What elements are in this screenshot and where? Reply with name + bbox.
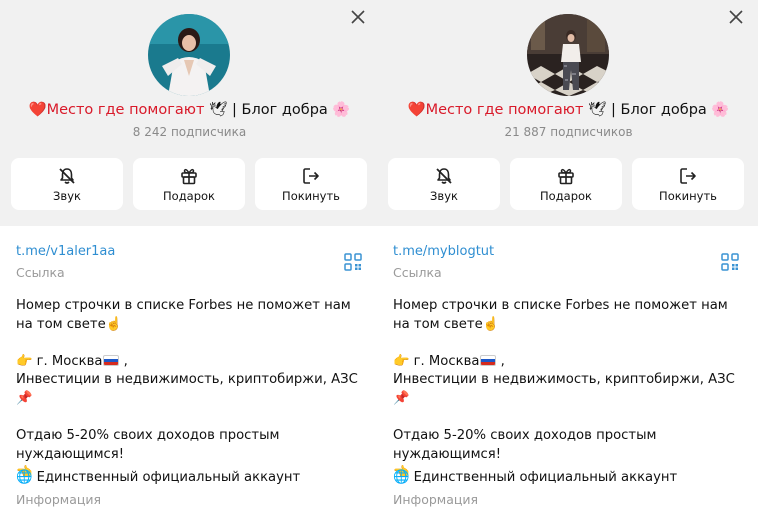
desc-spacer [16, 409, 368, 428]
channel-description: Номер строчки в списке Forbes не поможет… [393, 297, 745, 483]
avatar[interactable] [527, 14, 609, 96]
avatar[interactable] [148, 14, 230, 96]
city-text: 👉 г. Москва [16, 353, 103, 369]
city-text: 👉 г. Москва [393, 353, 480, 369]
official-account-note: 🌐 Единственный официальный аккаунт [393, 470, 678, 485]
leave-button-label: Покинуть [282, 189, 340, 203]
channel-title-blog: | Блог добра [611, 102, 707, 118]
channel-title-main: ❤️Место где помогают [407, 102, 584, 118]
desc-line: Инвестиции в недвижимость, криптобиржи, … [393, 372, 735, 406]
leave-button[interactable]: Покинуть [632, 158, 744, 210]
avatar-image [527, 14, 609, 96]
channel-link[interactable]: t.me/v1aler1aa [16, 244, 115, 259]
flower-emoji: 🌸 [711, 102, 730, 118]
desc-spacer [393, 409, 745, 428]
channel-info-panel-left: ❤️Место где помогают 🕊 | Блог добра 🌸 8 … [0, 0, 379, 524]
logout-icon [680, 168, 696, 184]
desc-line: Инвестиции в недвижимость, криптобиржи, … [16, 372, 358, 406]
flower-emoji: 🌸 [332, 102, 351, 118]
qr-code-icon[interactable] [721, 253, 739, 271]
desc-line: Номер строчки в списке Forbes не поможет… [16, 298, 351, 332]
info-label: Информация [16, 492, 102, 507]
channel-title: ❤️Место где помогают 🕊 | Блог добра 🌸 [0, 101, 379, 118]
gift-icon [181, 168, 197, 185]
subscriber-count: 8 242 подписчика [132, 125, 247, 139]
close-icon[interactable] [349, 8, 367, 26]
channel-description: Номер строчки в списке Forbes не поможет… [16, 297, 368, 483]
gift-button-label: Подарок [540, 189, 592, 203]
desc-spacer [16, 334, 368, 353]
logout-icon [303, 168, 319, 184]
russia-flag-icon [480, 354, 497, 366]
bell-off-icon [436, 168, 452, 184]
gift-button-label: Подарок [163, 189, 215, 203]
gift-icon [558, 168, 574, 185]
subscriber-count: 21 887 подписчиков [504, 125, 633, 139]
qr-code-icon[interactable] [344, 253, 362, 271]
dove-emoji: 🕊 [209, 102, 228, 118]
desc-line: Номер строчки в списке Forbes не поможет… [393, 298, 728, 332]
link-label: Ссылка [393, 265, 442, 280]
channel-link[interactable]: t.me/myblogtut [393, 244, 494, 259]
city-suffix: , [119, 353, 128, 369]
bell-off-icon [59, 168, 75, 184]
desc-line-city: 👉 г. Москва , [393, 353, 745, 372]
channel-info-panel-right: ❤️Место где помогают 🕊 | Блог добра 🌸 21… [379, 0, 758, 524]
gift-button[interactable]: Подарок [133, 158, 245, 210]
info-label: Информация [393, 492, 479, 507]
leave-button[interactable]: Покинуть [255, 158, 367, 210]
desc-line: Отдаю 5-20% своих доходов простым нуждаю… [16, 428, 280, 462]
city-suffix: , [496, 353, 505, 369]
gift-button[interactable]: Подарок [510, 158, 622, 210]
dove-emoji: 🕊 [588, 102, 607, 118]
official-account-note: 🌐 Единственный официальный аккаунт [16, 470, 301, 485]
close-icon[interactable] [727, 8, 745, 26]
sound-button[interactable]: Звук [388, 158, 500, 210]
channel-title: ❤️Место где помогают 🕊 | Блог добра 🌸 [379, 101, 758, 118]
app-window: ❤️Место где помогают 🕊 | Блог добра 🌸 8 … [0, 0, 758, 524]
russia-flag-icon [103, 354, 120, 366]
channel-title-main: ❤️Место где помогают [28, 102, 205, 118]
avatar-image [148, 14, 230, 96]
desc-spacer [393, 334, 745, 353]
sound-button-label: Звук [53, 189, 81, 203]
link-label: Ссылка [16, 265, 65, 280]
channel-title-blog: | Блог добра [232, 102, 328, 118]
leave-button-label: Покинуть [659, 189, 717, 203]
sound-button[interactable]: Звук [11, 158, 123, 210]
desc-line-city: 👉 г. Москва , [16, 353, 368, 372]
sound-button-label: Звук [430, 189, 458, 203]
desc-line: Отдаю 5-20% своих доходов простым нуждаю… [393, 428, 657, 462]
